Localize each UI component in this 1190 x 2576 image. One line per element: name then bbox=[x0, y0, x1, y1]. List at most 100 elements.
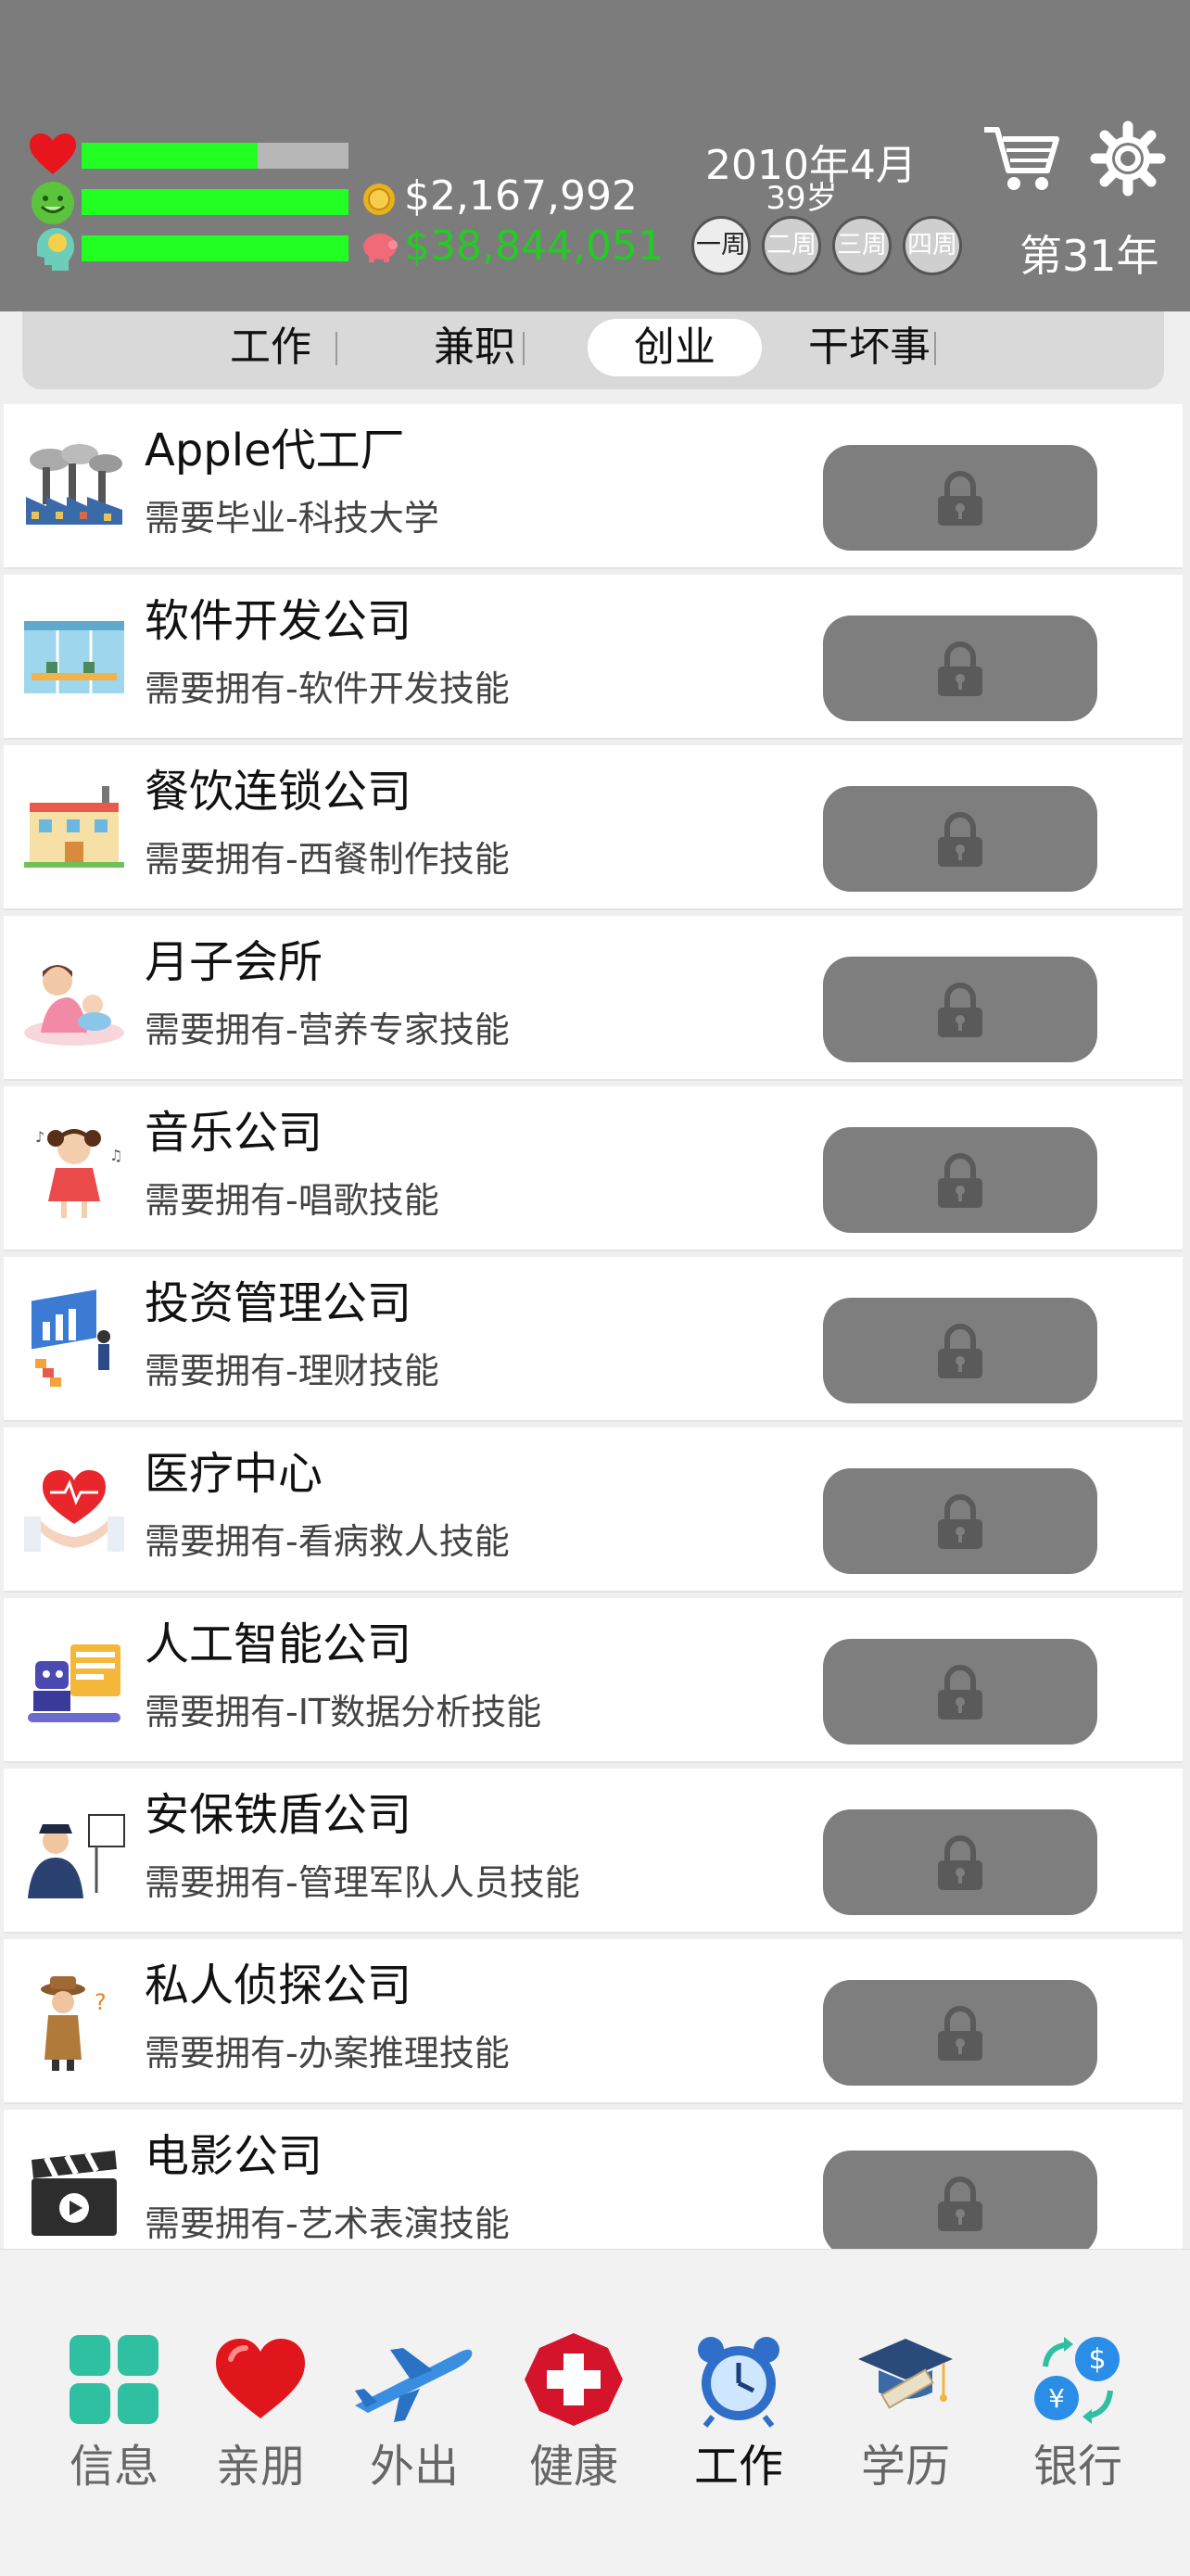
business-requirement: 需要拥有-艺术表演技能 bbox=[145, 2203, 510, 2244]
locked-start-button[interactable] bbox=[823, 957, 1097, 1062]
business-row-security[interactable]: 安保铁盾公司 需要拥有-管理军队人员技能 bbox=[4, 1769, 1183, 1934]
business-row-investment[interactable]: 投资管理公司 需要拥有-理财技能 bbox=[4, 1257, 1183, 1422]
nav-bank[interactable]: $ ¥ 银行 bbox=[999, 2331, 1157, 2507]
detective-icon: ? bbox=[41, 1976, 107, 2071]
nav-outing[interactable]: 外出 bbox=[335, 2331, 493, 2507]
tab-work[interactable]: 工作 bbox=[184, 319, 358, 376]
business-title: Apple代工厂 bbox=[145, 425, 405, 476]
lock-icon bbox=[938, 2176, 982, 2231]
locked-start-button[interactable] bbox=[823, 1298, 1097, 1403]
tab-startup[interactable]: 创业 bbox=[588, 319, 762, 376]
svg-text:$: $ bbox=[1088, 2343, 1106, 2376]
business-row-apple-factory[interactable]: Apple代工厂 需要毕业-科技大学 bbox=[4, 404, 1183, 569]
business-title: 软件开发公司 bbox=[145, 595, 412, 647]
nav-education[interactable]: 学历 bbox=[827, 2331, 984, 2507]
singing-girl-icon: ♪♫ bbox=[35, 1128, 122, 1218]
business-requirement: 需要拥有-理财技能 bbox=[145, 1351, 439, 1391]
business-row-software[interactable]: 软件开发公司 需要拥有-软件开发技能 bbox=[4, 575, 1183, 740]
airplane-icon bbox=[355, 2348, 473, 2422]
nav-label: 银行 bbox=[1032, 2441, 1122, 2493]
business-row-postpartum-center[interactable]: 月子会所 需要拥有-营养专家技能 bbox=[4, 916, 1183, 1081]
business-requirement: 需要拥有-办案推理技能 bbox=[145, 2033, 510, 2074]
happiness-bar-fill bbox=[82, 189, 348, 215]
nav-work[interactable]: 工作 bbox=[660, 2331, 817, 2507]
tab-part-time[interactable]: 兼职 bbox=[387, 319, 562, 376]
locked-start-button[interactable] bbox=[823, 1127, 1097, 1233]
business-row-restaurant-chain[interactable]: 餐饮连锁公司 需要拥有-西餐制作技能 bbox=[4, 745, 1183, 910]
business-title: 私人侦探公司 bbox=[145, 1960, 412, 2011]
nav-friends[interactable]: 亲朋 bbox=[182, 2331, 339, 2507]
nav-info[interactable]: 信息 bbox=[35, 2331, 193, 2507]
nav-label: 信息 bbox=[69, 2441, 158, 2493]
week-4-button[interactable]: 四周 bbox=[903, 216, 962, 275]
happiness-bar bbox=[82, 189, 348, 215]
lock-icon bbox=[938, 1153, 982, 1208]
business-requirement: 需要拥有-唱歌技能 bbox=[145, 1180, 439, 1221]
heart-icon bbox=[216, 2339, 305, 2418]
business-requirement: 需要拥有-西餐制作技能 bbox=[145, 839, 510, 880]
currency-exchange-icon: $ ¥ bbox=[1034, 2337, 1120, 2424]
health-bar-fill bbox=[82, 143, 259, 169]
nav-label: 学历 bbox=[860, 2441, 950, 2493]
lock-icon bbox=[938, 1494, 982, 1549]
age: 39岁 bbox=[766, 180, 838, 217]
business-row-music-company[interactable]: ♪ ♫ 音乐公司 需要拥有-唱歌技能 bbox=[4, 1086, 1183, 1251]
business-requirement: 需要拥有-看病救人技能 bbox=[145, 1521, 510, 1562]
week-1-button[interactable]: 一周 bbox=[691, 216, 751, 275]
page: $2,167,992 $38,844,051 2010年4月 39岁 一周 二周… bbox=[0, 0, 1190, 2576]
business-requirement: 需要拥有-IT数据分析技能 bbox=[145, 1692, 542, 1732]
happy-face-icon bbox=[32, 182, 74, 224]
year-counter: 第31年 bbox=[1019, 231, 1159, 281]
locked-start-button[interactable] bbox=[823, 1468, 1097, 1574]
lock-icon bbox=[938, 2006, 982, 2061]
tab-divider bbox=[335, 332, 337, 365]
medical-cross-icon bbox=[525, 2333, 623, 2426]
locked-start-button[interactable] bbox=[823, 2151, 1097, 2249]
locked-start-button[interactable] bbox=[823, 1639, 1097, 1745]
lock-icon bbox=[938, 641, 982, 696]
business-title: 音乐公司 bbox=[145, 1107, 323, 1159]
business-row-film-company[interactable]: 电影公司 需要拥有-艺术表演技能 bbox=[4, 2110, 1183, 2249]
money-amount: $2,167,992 bbox=[404, 172, 638, 220]
svg-text:♪: ♪ bbox=[35, 1128, 44, 1146]
business-title: 月子会所 bbox=[145, 936, 323, 988]
nav-label: 外出 bbox=[369, 2441, 459, 2493]
lock-icon bbox=[938, 812, 982, 867]
nav-health[interactable]: 健康 bbox=[495, 2331, 652, 2507]
locked-start-button[interactable] bbox=[823, 1809, 1097, 1915]
business-row-medical-center[interactable]: 医疗中心 需要拥有-看病救人技能 bbox=[4, 1428, 1183, 1593]
locked-start-button[interactable] bbox=[823, 445, 1097, 551]
svg-text:¥: ¥ bbox=[1048, 2383, 1065, 2414]
lock-icon bbox=[938, 1835, 982, 1890]
week-3-button[interactable]: 三周 bbox=[832, 216, 892, 275]
info-grid-icon bbox=[70, 2335, 158, 2424]
nav-label: 工作 bbox=[693, 2441, 783, 2493]
piggy-bank-icon bbox=[363, 234, 398, 262]
lock-icon bbox=[938, 1665, 982, 1719]
business-title: 医疗中心 bbox=[145, 1448, 323, 1500]
locked-start-button[interactable] bbox=[823, 786, 1097, 892]
tab-divider bbox=[523, 332, 525, 365]
lock-icon bbox=[938, 983, 982, 1037]
coin-icon bbox=[363, 184, 395, 215]
lock-icon bbox=[938, 1324, 982, 1378]
nav-label: 健康 bbox=[528, 2441, 618, 2493]
intellect-bar bbox=[82, 235, 348, 261]
business-title: 人工智能公司 bbox=[145, 1618, 412, 1670]
business-title: 电影公司 bbox=[145, 2130, 323, 2182]
status-header: $2,167,992 $38,844,051 2010年4月 39岁 一周 二周… bbox=[0, 0, 1190, 311]
shopping-cart-icon[interactable] bbox=[982, 122, 1060, 197]
lock-icon bbox=[938, 471, 982, 526]
gear-icon[interactable] bbox=[1090, 121, 1166, 197]
clapperboard-icon bbox=[32, 2151, 117, 2236]
week-2-button[interactable]: 二周 bbox=[762, 216, 821, 275]
business-requirement: 需要毕业-科技大学 bbox=[145, 498, 439, 539]
business-row-ai-company[interactable]: 人工智能公司 需要拥有-IT数据分析技能 bbox=[4, 1598, 1183, 1763]
locked-start-button[interactable] bbox=[823, 1980, 1097, 2086]
business-row-detective[interactable]: ? 私人侦探公司 需要拥有-办案推理技能 bbox=[4, 1939, 1183, 2104]
tab-mischief[interactable]: 干坏事 bbox=[782, 319, 956, 376]
intellect-bar-fill bbox=[82, 235, 348, 261]
business-title: 投资管理公司 bbox=[145, 1277, 412, 1329]
locked-start-button[interactable] bbox=[823, 615, 1097, 721]
business-list[interactable]: Apple代工厂 需要毕业-科技大学 软件开发公司 需要拥有-软件开发技能 餐饮… bbox=[0, 404, 1190, 2249]
